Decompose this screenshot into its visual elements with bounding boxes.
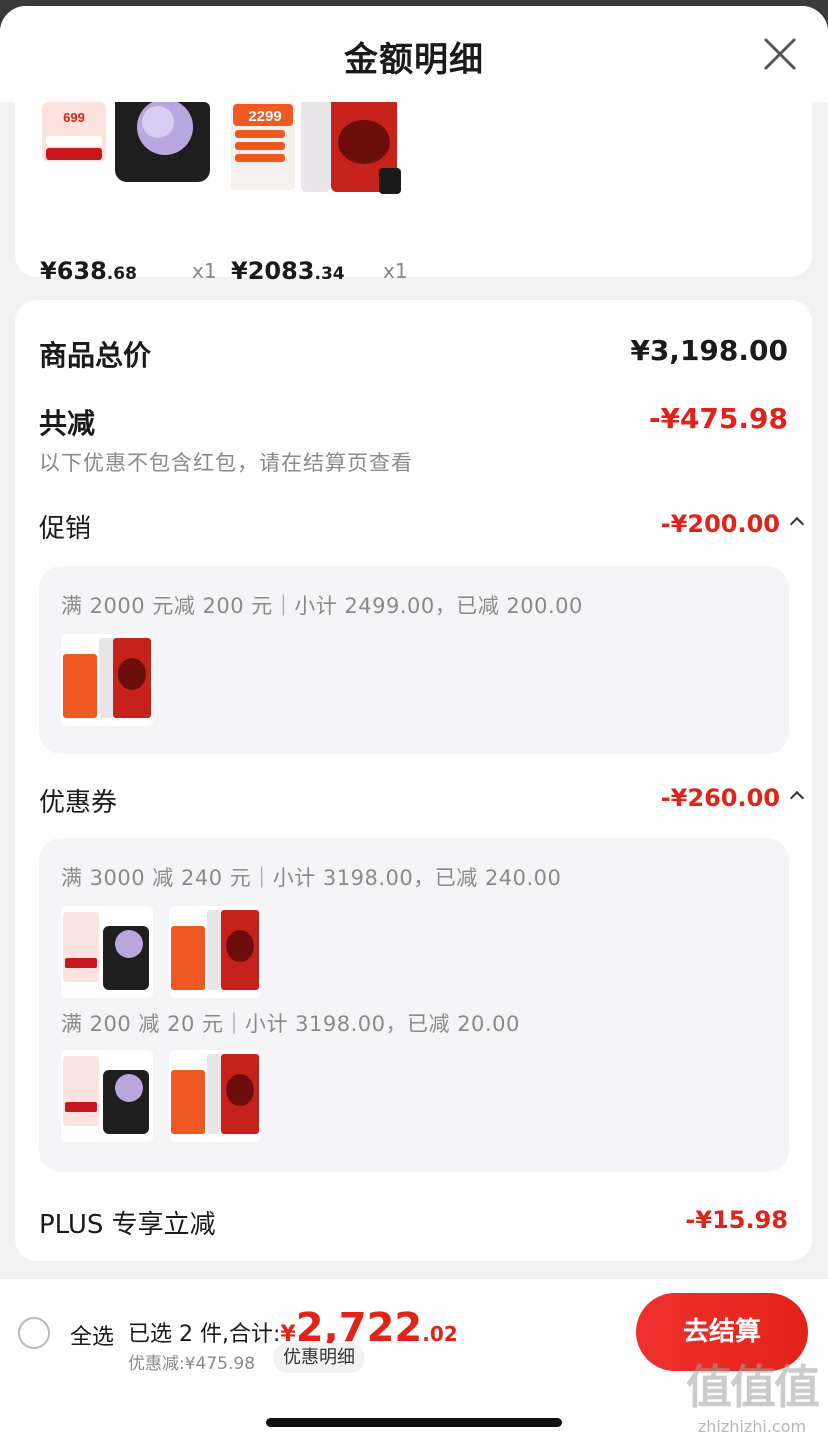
plus-value: -¥15.98 bbox=[685, 1206, 788, 1234]
selected-count-text: 已选 2 件,合计: bbox=[128, 1322, 281, 1347]
page-title: 金额明细 bbox=[344, 40, 484, 80]
reduce-label: 共减 bbox=[39, 407, 96, 440]
coupon-thumb-iqoo bbox=[169, 1050, 261, 1142]
discount-detail-button[interactable]: 优惠明细 bbox=[273, 1343, 365, 1373]
promotion-rule-text: 满 2000 元减 200 元｜小计 2499.00，已减 200.00 bbox=[61, 594, 583, 618]
watermark-mark: 值值值 bbox=[686, 1360, 820, 1414]
coupon-rule-text: 满 200 减 20 元｜小计 3198.00，已减 20.00 bbox=[61, 1012, 520, 1036]
watermark-site: zhizhizhi.com bbox=[697, 1417, 807, 1436]
close-icon[interactable] bbox=[762, 36, 798, 72]
badge-price-text: 2299 bbox=[248, 108, 281, 125]
sheet-header: 金额明细 bbox=[0, 6, 828, 102]
coupon-thumb-redmi bbox=[61, 906, 153, 998]
coupon-thumb-redmi bbox=[61, 1050, 153, 1142]
select-all-label[interactable]: 全选 bbox=[70, 1319, 114, 1351]
total-value: ¥3,198.00 bbox=[630, 334, 788, 367]
plus-label: PLUS 专享立减 bbox=[39, 1210, 216, 1240]
promotion-detail-box: 满 2000 元减 200 元｜小计 2499.00，已减 200.00 bbox=[39, 566, 789, 754]
product-price-redmi: ¥638.68 bbox=[40, 257, 137, 285]
badge-price-text: 699 bbox=[63, 110, 85, 125]
promotion-label: 促销 bbox=[39, 514, 92, 544]
coupon-rule-text: 满 3000 减 240 元｜小计 3198.00，已减 240.00 bbox=[61, 866, 562, 890]
coupon-label: 优惠券 bbox=[39, 788, 118, 818]
home-indicator[interactable] bbox=[266, 1418, 562, 1427]
amount-detail-sheet: 金额明细 699 ¥638.68 x1 2299 ¥2083.34 x1 商品总… bbox=[0, 6, 828, 1443]
watermark: 值值值 zhizhizhi.com bbox=[686, 1351, 820, 1436]
product-qty-iqoo: x1 bbox=[383, 259, 408, 283]
total-amount-decimal: .02 bbox=[422, 1322, 458, 1346]
reduce-value: -¥475.98 bbox=[648, 402, 788, 435]
product-image-redmi: 699 bbox=[40, 102, 210, 200]
coupon-thumb-iqoo bbox=[169, 906, 261, 998]
discount-total-text: 优惠减:¥475.98 bbox=[128, 1354, 256, 1374]
price-breakdown-card: 商品总价 ¥3,198.00 共减 -¥475.98 以下优惠不包含红包，请在结… bbox=[15, 300, 812, 1261]
promotion-thumb-iqoo bbox=[61, 634, 153, 726]
chevron-up-icon bbox=[789, 790, 805, 806]
product-image-iqoo: 2299 bbox=[231, 102, 401, 200]
select-all-checkbox[interactable] bbox=[18, 1317, 50, 1349]
coupon-detail-box: 满 3000 减 240 元｜小计 3198.00，已减 240.00 满 20… bbox=[39, 838, 789, 1172]
total-label: 商品总价 bbox=[39, 339, 152, 372]
promotion-toggle[interactable]: -¥200.00 bbox=[661, 510, 805, 538]
product-qty-redmi: x1 bbox=[192, 259, 217, 283]
coupon-toggle[interactable]: -¥260.00 bbox=[661, 784, 805, 812]
discount-note: 以下优惠不包含红包，请在结算页查看 bbox=[39, 451, 413, 475]
product-price-iqoo: ¥2083.34 bbox=[231, 257, 345, 285]
checkout-bar: 全选 已选 2 件,合计:¥2,722.02 优惠减:¥475.98 优惠明细 … bbox=[0, 1279, 828, 1443]
chevron-up-icon bbox=[789, 516, 805, 532]
